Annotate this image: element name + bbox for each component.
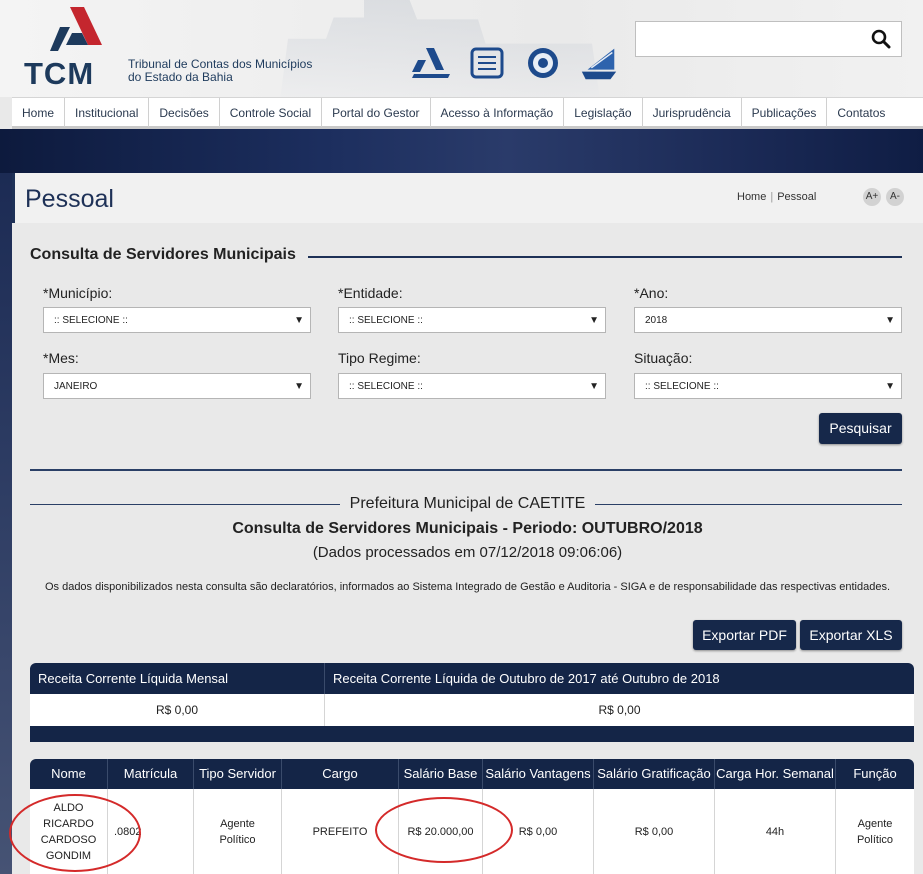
nav-contatos[interactable]: Contatos bbox=[827, 98, 895, 127]
mes-label: *Mes: bbox=[43, 350, 79, 366]
rcl-table-footer bbox=[30, 726, 914, 742]
main-panel: Pessoal Home | Pessoal A+ A- Consulta de S… bbox=[12, 173, 923, 874]
search-box bbox=[635, 21, 902, 57]
entidade-label: *Entidade: bbox=[338, 285, 403, 301]
municipio-value: :: SELECIONE :: bbox=[54, 315, 128, 326]
logo-subtitle-line2: do Estado da Bahia bbox=[128, 70, 233, 84]
servidores-table-header: Nome Matrícula Tipo Servidor Cargo Salár… bbox=[30, 759, 914, 789]
processed-date: (Dados processados em 07/12/2018 09:06:0… bbox=[312, 544, 623, 561]
col-header-salario-vantagens[interactable]: Salário Vantagens bbox=[483, 759, 594, 789]
export-xls-button[interactable]: Exportar XLS bbox=[800, 620, 902, 650]
disclaimer-notice: Os dados disponibilizados nesta consulta… bbox=[44, 581, 891, 593]
partner-seal-icon[interactable] bbox=[522, 44, 564, 82]
chevron-down-icon: ▼ bbox=[589, 381, 599, 392]
rcl-table-row: R$ 0,00 R$ 0,00 bbox=[30, 694, 914, 726]
rcl-table: Receita Corrente Líquida Mensal Receita … bbox=[30, 663, 914, 742]
col-header-tipo-servidor[interactable]: Tipo Servidor bbox=[194, 759, 282, 789]
partner-tcm-icon[interactable] bbox=[410, 44, 452, 82]
entidade-select[interactable]: :: SELECIONE :: ▼ bbox=[338, 307, 606, 333]
main-nav: Home Institucional Decisões Controle Soc… bbox=[12, 97, 923, 129]
partner-book-icon[interactable] bbox=[466, 44, 508, 82]
ano-value: 2018 bbox=[645, 315, 668, 326]
rcl-value-mensal: R$ 0,00 bbox=[30, 694, 325, 726]
col-header-funcao[interactable]: Função bbox=[836, 759, 914, 789]
situacao-value: :: SELECIONE :: bbox=[645, 381, 719, 392]
tipo-line: Político bbox=[219, 833, 256, 846]
ano-label: *Ano: bbox=[634, 285, 669, 301]
chevron-down-icon: ▼ bbox=[294, 315, 304, 326]
logo-subtitle: Tribunal de Contas dos Municípios do Est… bbox=[128, 58, 328, 84]
nav-acesso-informacao[interactable]: Acesso à Informação bbox=[431, 98, 565, 127]
rcl-header-periodo: Receita Corrente Líquida de Outubro de 2… bbox=[333, 671, 720, 686]
nav-decisoes[interactable]: Decisões bbox=[149, 98, 220, 127]
partner-logos bbox=[410, 44, 620, 82]
nav-publicacoes[interactable]: Publicações bbox=[742, 98, 828, 127]
breadcrumb-home[interactable]: Home bbox=[737, 191, 766, 203]
background-strip bbox=[0, 173, 12, 874]
ano-select[interactable]: 2018 ▼ bbox=[634, 307, 902, 333]
cell-salario-gratificacao: R$ 0,00 bbox=[594, 789, 715, 874]
search-input[interactable] bbox=[636, 22, 856, 56]
pesquisar-button[interactable]: Pesquisar bbox=[819, 413, 902, 444]
municipio-select[interactable]: :: SELECIONE :: ▼ bbox=[43, 307, 311, 333]
tcm-logo-icon[interactable] bbox=[50, 7, 102, 51]
funcao-line: Político bbox=[856, 833, 894, 846]
chevron-down-icon: ▼ bbox=[294, 381, 304, 392]
situacao-select[interactable]: :: SELECIONE :: ▼ bbox=[634, 373, 902, 399]
search-icon[interactable] bbox=[871, 29, 891, 49]
tipo-regime-label: Tipo Regime: bbox=[338, 350, 421, 366]
funcao-line: Agente bbox=[857, 817, 893, 830]
tipo-regime-value: :: SELECIONE :: bbox=[349, 381, 423, 392]
col-header-salario-gratificacao[interactable]: Salário Gratificação bbox=[594, 759, 715, 789]
site-header: TCM Tribunal de Contas dos Municípios do… bbox=[0, 0, 923, 97]
font-decrease-button[interactable]: A- bbox=[886, 188, 904, 206]
col-header-salario-base[interactable]: Salário Base bbox=[399, 759, 483, 789]
mes-value: JANEIRO bbox=[54, 381, 98, 392]
annotation-ellipse-salario bbox=[375, 797, 513, 863]
partner-ship-icon[interactable] bbox=[578, 44, 620, 82]
col-header-nome[interactable]: Nome bbox=[30, 759, 108, 789]
situacao-label: Situação: bbox=[634, 350, 693, 366]
rcl-header-mensal: Receita Corrente Líquida Mensal bbox=[30, 663, 325, 694]
annotation-ellipse-nome bbox=[9, 794, 141, 872]
export-pdf-button[interactable]: Exportar PDF bbox=[693, 620, 796, 650]
section-title: Consulta de Servidores Municipais bbox=[30, 246, 308, 264]
entidade-value: :: SELECIONE :: bbox=[349, 315, 423, 326]
chevron-down-icon: ▼ bbox=[885, 315, 895, 326]
nav-controle-social[interactable]: Controle Social bbox=[220, 98, 323, 127]
nav-home[interactable]: Home bbox=[12, 98, 66, 127]
municipio-label: *Município: bbox=[43, 285, 113, 301]
mes-select[interactable]: JANEIRO ▼ bbox=[43, 373, 311, 399]
nav-legislacao[interactable]: Legislação bbox=[564, 98, 643, 127]
rcl-table-header: Receita Corrente Líquida Mensal Receita … bbox=[30, 663, 914, 694]
chevron-down-icon: ▼ bbox=[589, 315, 599, 326]
tipo-regime-select[interactable]: :: SELECIONE :: ▼ bbox=[338, 373, 606, 399]
cell-carga-horaria: 44h bbox=[715, 789, 836, 874]
font-increase-button[interactable]: A+ bbox=[863, 188, 881, 206]
nav-portal-do-gestor[interactable]: Portal do Gestor bbox=[322, 98, 431, 127]
breadcrumb-current: Pessoal bbox=[777, 191, 817, 203]
logo-text[interactable]: TCM bbox=[24, 56, 94, 92]
cell-tipo-servidor: Agente Político bbox=[194, 789, 282, 874]
entity-title-text: Prefeitura Municipal de CAETITE bbox=[339, 495, 596, 512]
breadcrumb-separator: | bbox=[770, 191, 774, 203]
nav-institucional[interactable]: Institucional bbox=[65, 98, 150, 127]
results-divider bbox=[30, 469, 902, 471]
breadcrumb: Home | Pessoal bbox=[737, 191, 816, 203]
col-header-matricula[interactable]: Matrícula bbox=[108, 759, 194, 789]
cell-funcao: Agente Político bbox=[836, 789, 914, 874]
entity-title: Prefeitura Municipal de CAETITE bbox=[12, 495, 923, 513]
page-header: Pessoal Home | Pessoal A+ A- bbox=[12, 173, 923, 223]
result-subtitle: Consulta de Servidores Municipais - Peri… bbox=[232, 520, 703, 537]
nav-jurisprudencia[interactable]: Jurisprudência bbox=[643, 98, 742, 127]
rcl-value-periodo: R$ 0,00 bbox=[598, 703, 641, 717]
tipo-line: Agente bbox=[220, 817, 255, 830]
page-title: Pessoal bbox=[25, 185, 114, 213]
col-header-cargo[interactable]: Cargo bbox=[282, 759, 399, 789]
chevron-down-icon: ▼ bbox=[885, 381, 895, 392]
banner-band bbox=[0, 129, 923, 173]
col-header-carga-horaria[interactable]: Carga Hor. Semanal bbox=[715, 759, 836, 789]
